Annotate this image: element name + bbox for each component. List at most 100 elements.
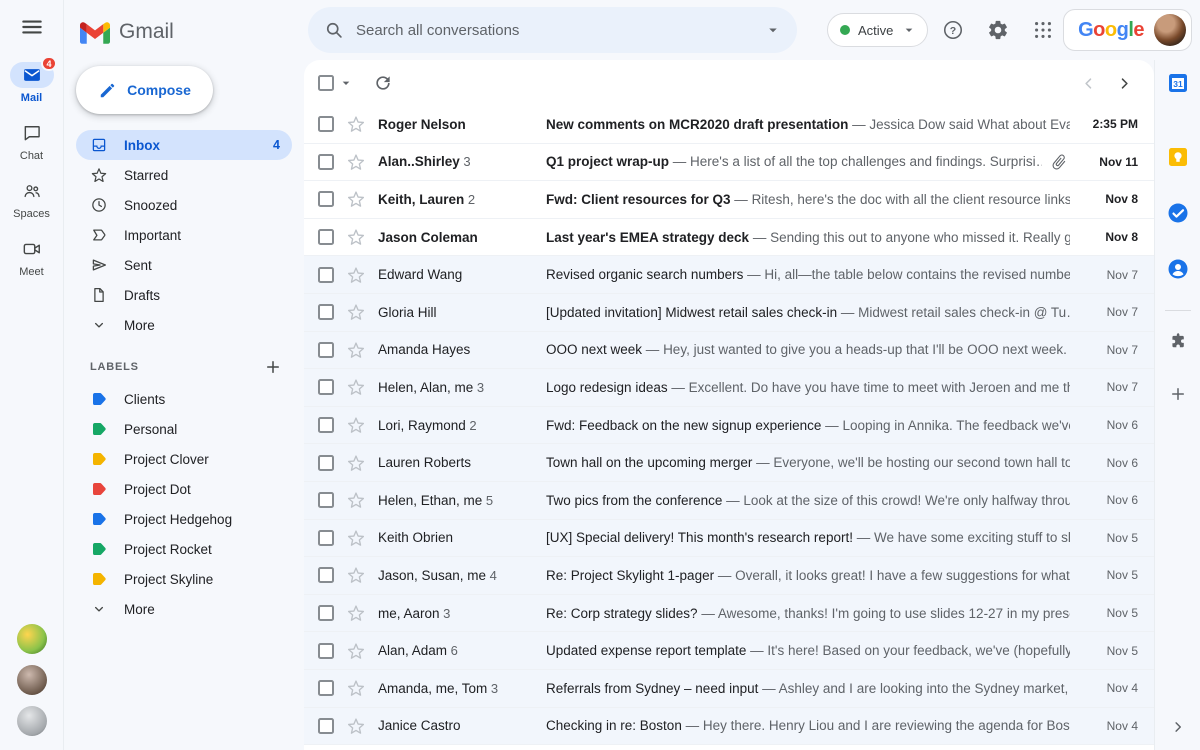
search-bar[interactable] xyxy=(308,7,797,53)
sidebar-item-sent[interactable]: Sent xyxy=(76,250,292,280)
sidebar-label-project-hedgehog[interactable]: Project Hedgehog xyxy=(76,504,292,534)
select-checkbox[interactable] xyxy=(318,116,334,132)
email-row[interactable]: Amanda, me, Tom 3Referrals from Sydney –… xyxy=(304,670,1154,708)
sidebar-label-personal[interactable]: Personal xyxy=(76,414,292,444)
select-checkbox[interactable] xyxy=(318,304,334,320)
rail-item-spaces[interactable]: Spaces xyxy=(0,178,64,220)
rail-item-chat[interactable]: Chat xyxy=(0,120,64,162)
email-row[interactable]: Roger NelsonNew comments on MCR2020 draf… xyxy=(304,106,1154,144)
search-options-caret-icon[interactable] xyxy=(753,10,793,50)
google-letter: G xyxy=(1078,19,1093,42)
star-icon[interactable] xyxy=(346,678,366,698)
star-icon[interactable] xyxy=(346,528,366,548)
email-row[interactable]: Lauren RobertsTown hall on the upcoming … xyxy=(304,444,1154,482)
user-avatar[interactable] xyxy=(1154,14,1186,46)
email-row[interactable]: Alan..Shirley 3Q1 project wrap-up — Here… xyxy=(304,144,1154,182)
select-checkbox[interactable] xyxy=(318,530,334,546)
compose-button[interactable]: Compose xyxy=(76,66,213,114)
get-addons-plus-icon[interactable] xyxy=(1165,381,1191,407)
star-icon[interactable] xyxy=(346,490,366,510)
main-menu-icon[interactable] xyxy=(19,14,45,40)
sidebar-item-important[interactable]: Important xyxy=(76,220,292,250)
sidebar-label-clients[interactable]: Clients xyxy=(76,384,292,414)
add-label-icon[interactable] xyxy=(264,358,282,376)
sidebar-item-more[interactable]: More xyxy=(76,310,292,340)
select-checkbox[interactable] xyxy=(318,492,334,508)
search-input[interactable] xyxy=(356,22,753,39)
calendar-icon[interactable]: 31 xyxy=(1163,68,1193,98)
star-icon[interactable] xyxy=(346,152,366,172)
select-checkbox[interactable] xyxy=(318,718,334,734)
select-checkbox[interactable] xyxy=(318,417,334,433)
select-checkbox[interactable] xyxy=(318,267,334,283)
important-icon xyxy=(90,226,108,244)
settings-gear-icon[interactable] xyxy=(978,10,1018,50)
select-all-checkbox[interactable] xyxy=(318,75,334,91)
newer-page-chevron-left-icon[interactable] xyxy=(1070,65,1106,101)
select-dropdown-icon[interactable] xyxy=(336,73,356,93)
addon-puzzle-icon[interactable] xyxy=(1165,327,1191,353)
status-chip[interactable]: Active xyxy=(827,13,928,47)
star-icon[interactable] xyxy=(346,340,366,360)
email-row[interactable]: Lori, Raymond 2Fwd: Feedback on the new … xyxy=(304,407,1154,445)
star-icon[interactable] xyxy=(346,565,366,585)
star-icon[interactable] xyxy=(346,603,366,623)
sidebar-item-inbox[interactable]: Inbox4 xyxy=(76,130,292,160)
email-row[interactable]: Keith, Lauren 2Fwd: Client resources for… xyxy=(304,181,1154,219)
select-checkbox[interactable] xyxy=(318,605,334,621)
contacts-icon[interactable] xyxy=(1163,254,1193,284)
select-checkbox[interactable] xyxy=(318,229,334,245)
email-row[interactable]: Jason, Susan, me 4Re: Project Skylight 1… xyxy=(304,557,1154,595)
apps-grid-icon[interactable] xyxy=(1023,10,1063,50)
sidebar-item-starred[interactable]: Starred xyxy=(76,160,292,190)
select-checkbox[interactable] xyxy=(318,455,334,471)
avatar[interactable] xyxy=(17,624,47,654)
select-checkbox[interactable] xyxy=(318,680,334,696)
star-icon[interactable] xyxy=(346,302,366,322)
avatar[interactable] xyxy=(17,706,47,736)
star-icon[interactable] xyxy=(346,453,366,473)
refresh-icon[interactable] xyxy=(366,66,400,100)
star-icon[interactable] xyxy=(346,189,366,209)
sidebar-item-snoozed[interactable]: Snoozed xyxy=(76,190,292,220)
google-account-chip[interactable]: Google xyxy=(1063,9,1192,51)
sidebar-label-project-dot[interactable]: Project Dot xyxy=(76,474,292,504)
star-icon[interactable] xyxy=(346,377,366,397)
tasks-icon[interactable] xyxy=(1163,198,1193,228)
email-row[interactable]: Helen, Alan, me 3Logo redesign ideas — E… xyxy=(304,369,1154,407)
email-row[interactable]: Edward WangRevised organic search number… xyxy=(304,256,1154,294)
email-row[interactable]: Gloria Hill[Updated invitation] Midwest … xyxy=(304,294,1154,332)
email-row[interactable]: Keith Obrien[UX] Special delivery! This … xyxy=(304,520,1154,558)
sidebar-label-project-rocket[interactable]: Project Rocket xyxy=(76,534,292,564)
email-row[interactable]: Jason ColemanLast year's EMEA strategy d… xyxy=(304,219,1154,257)
select-checkbox[interactable] xyxy=(318,567,334,583)
select-checkbox[interactable] xyxy=(318,379,334,395)
email-row[interactable]: Helen, Ethan, me 5Two pics from the conf… xyxy=(304,482,1154,520)
label-tag-icon xyxy=(90,450,108,468)
sidebar-label-project-skyline[interactable]: Project Skyline xyxy=(76,564,292,594)
keep-icon[interactable] xyxy=(1163,142,1193,172)
select-checkbox[interactable] xyxy=(318,342,334,358)
select-checkbox[interactable] xyxy=(318,191,334,207)
help-icon[interactable]: ? xyxy=(933,10,973,50)
email-row[interactable]: Amanda HayesOOO next week — Hey, just wa… xyxy=(304,332,1154,370)
sidebar-labels-more[interactable]: More xyxy=(76,594,292,624)
select-checkbox[interactable] xyxy=(318,154,334,170)
avatar[interactable] xyxy=(17,665,47,695)
star-icon[interactable] xyxy=(346,415,366,435)
star-icon[interactable] xyxy=(346,265,366,285)
expand-chevron-right-icon[interactable] xyxy=(1165,714,1191,740)
star-icon[interactable] xyxy=(346,716,366,736)
sidebar-item-drafts[interactable]: Drafts xyxy=(76,280,292,310)
select-checkbox[interactable] xyxy=(318,643,334,659)
email-row[interactable]: Alan, Adam 6Updated expense report templ… xyxy=(304,632,1154,670)
email-row[interactable]: Janice CastroChecking in re: Boston — He… xyxy=(304,708,1154,746)
rail-item-mail[interactable]: 4Mail xyxy=(0,62,64,104)
sidebar-label-project-clover[interactable]: Project Clover xyxy=(76,444,292,474)
star-icon[interactable] xyxy=(346,227,366,247)
star-icon[interactable] xyxy=(346,641,366,661)
email-row[interactable]: me, Aaron 3Re: Corp strategy slides? — A… xyxy=(304,595,1154,633)
rail-item-meet[interactable]: Meet xyxy=(0,236,64,278)
older-page-chevron-right-icon[interactable] xyxy=(1106,65,1142,101)
star-icon[interactable] xyxy=(346,114,366,134)
